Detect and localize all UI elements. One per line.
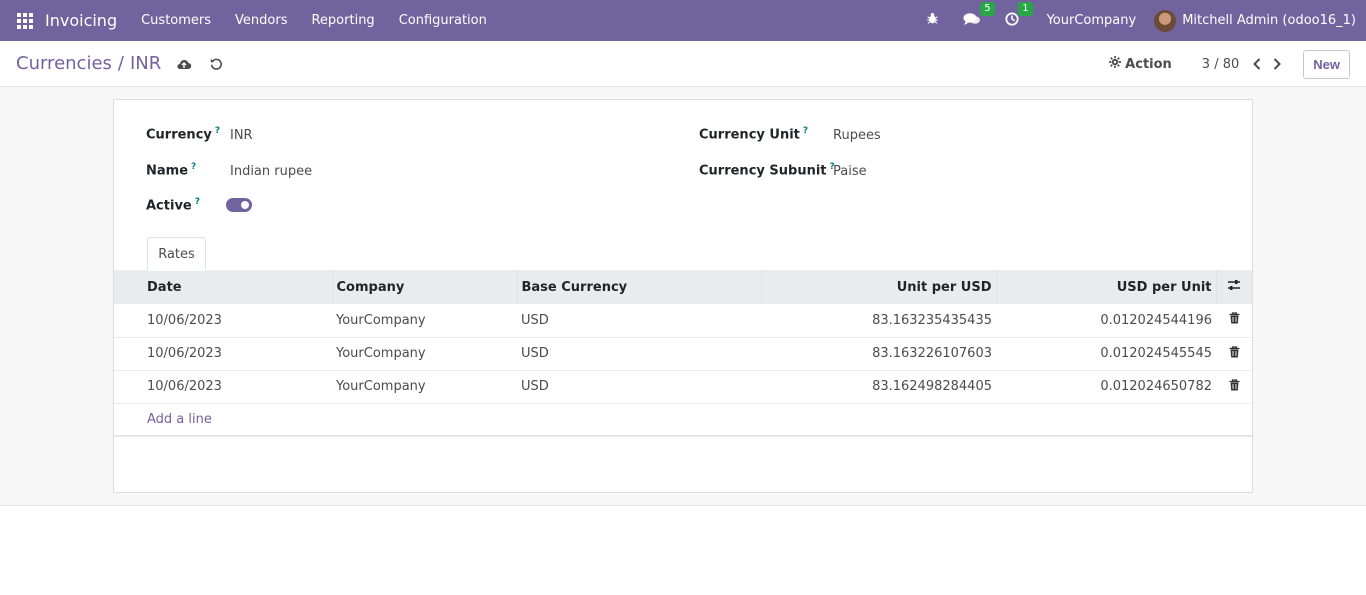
add-line-cell: Add a line [114,403,1252,437]
sliders-icon [1227,280,1241,295]
menu-customers[interactable]: Customers [129,13,223,28]
row-delete [1216,337,1252,371]
systray: 5 1 YourCompany Mitchell Admin (odoo16_1… [914,0,1356,41]
messages-badge: 5 [980,1,995,16]
active-toggle-wrap [226,198,252,212]
currency-unit-field: Currency Unit? [699,126,808,142]
menu-vendors[interactable]: Vendors [223,13,299,28]
main-menu: Customers Vendors Reporting Configuratio… [129,13,499,28]
form-content-area: Currency? INR Name? Indian rupee Active?… [0,87,1366,506]
cell-company: YourCompany [332,370,517,404]
name-value[interactable]: Indian rupee [230,164,312,179]
currency-field: Currency? [146,126,220,142]
optional-columns-toggle[interactable] [1216,270,1252,304]
currency-subunit-label: Currency Subunit? [699,162,835,179]
column-header-base-currency[interactable]: Base Currency [517,270,762,304]
name-value-wrap: Indian rupee [230,164,312,179]
tab-rates[interactable]: Rates [147,237,206,271]
name-label: Name? [146,162,197,179]
messages-chat-icon[interactable]: 5 [963,1,995,30]
column-header-unit-per-usd[interactable]: Unit per USD [761,270,997,304]
app-name[interactable]: Invoicing [45,11,117,30]
cell-usd-per-unit: 0.012024650782 [996,370,1216,404]
control-panel: Currencies / INR Action 3 / 80 New [0,41,1366,87]
activities-badge: 1 [1018,1,1033,16]
table-row[interactable]: 10/06/2023 YourCompany USD 83.1632354354… [114,304,1252,338]
row-delete [1216,304,1252,338]
currency-subunit-value-wrap: Paise [833,164,867,179]
cell-base-currency: USD [517,304,761,338]
breadcrumb-currencies[interactable]: Currencies [16,53,112,74]
active-toggle[interactable] [226,198,252,212]
menu-configuration[interactable]: Configuration [387,13,499,28]
cell-company: YourCompany [332,304,517,338]
trash-icon[interactable] [1229,345,1240,362]
company-switcher[interactable]: YourCompany [1047,13,1137,28]
table-row[interactable]: 10/06/2023 YourCompany USD 83.1632261076… [114,337,1252,371]
cell-base-currency: USD [517,337,761,371]
control-panel-right: Action 3 / 80 New [1109,41,1350,87]
name-help-icon[interactable]: ? [191,162,196,172]
column-header-date[interactable]: Date [114,270,333,304]
currency-value-wrap: INR [230,128,253,143]
breadcrumb: Currencies / INR [16,53,161,74]
currency-unit-help-icon[interactable]: ? [803,126,808,136]
currency-unit-label: Currency Unit? [699,126,809,143]
pager-next-icon[interactable] [1267,54,1287,74]
breadcrumb-current: INR [129,53,162,74]
active-field: Active? [146,197,200,213]
currency-subunit-field: Currency Subunit? [699,162,835,178]
activities-clock-icon[interactable]: 1 [1005,1,1033,30]
trash-icon[interactable] [1229,378,1240,395]
cell-date: 10/06/2023 [114,370,332,404]
pager-value[interactable]: 3 / 80 [1202,57,1239,72]
active-help-icon[interactable]: ? [195,197,200,207]
breadcrumb-separator: / [117,53,124,74]
cell-usd-per-unit: 0.012024545545 [996,337,1216,371]
user-menu[interactable]: Mitchell Admin (odoo16_1) [1182,13,1356,28]
cell-date: 10/06/2023 [114,304,332,338]
table-bottom-divider [114,435,1252,436]
top-navbar: Invoicing Customers Vendors Reporting Co… [0,0,1366,41]
cell-unit-per-usd: 83.163226107603 [761,337,996,371]
cell-date: 10/06/2023 [114,337,332,371]
currency-help-icon[interactable]: ? [215,126,220,136]
action-button[interactable]: Action [1109,56,1172,72]
add-a-line-link[interactable]: Add a line [147,412,212,427]
form-sheet: Currency? INR Name? Indian rupee Active?… [113,99,1253,493]
column-header-usd-per-unit[interactable]: USD per Unit [996,270,1217,304]
discard-undo-icon[interactable] [207,55,225,73]
user-avatar[interactable] [1154,9,1177,32]
currency-unit-value[interactable]: Rupees [833,128,881,143]
cell-unit-per-usd: 83.163235435435 [761,304,996,338]
currency-unit-value-wrap: Rupees [833,128,881,143]
new-button[interactable]: New [1303,49,1350,79]
debug-bug-icon[interactable] [926,12,939,29]
pager-previous-icon[interactable] [1247,54,1267,74]
cell-base-currency: USD [517,370,761,404]
add-line-row: Add a line [114,403,1252,437]
cell-company: YourCompany [332,337,517,371]
cell-unit-per-usd: 83.162498284405 [761,370,996,404]
table-row[interactable]: 10/06/2023 YourCompany USD 83.1624982844… [114,370,1252,404]
row-delete [1216,370,1252,404]
trash-icon[interactable] [1229,312,1240,328]
rates-table: Date Company Base Currency Unit per USD … [114,270,1252,437]
currency-subunit-value[interactable]: Paise [833,164,867,179]
table-header-row: Date Company Base Currency Unit per USD … [114,270,1252,304]
currency-value[interactable]: INR [230,128,253,143]
active-label: Active? [146,197,200,214]
name-field: Name? [146,162,196,178]
action-label: Action [1125,56,1172,72]
cell-usd-per-unit: 0.012024544196 [996,304,1216,338]
column-header-company[interactable]: Company [332,270,518,304]
currency-label: Currency? [146,126,221,143]
menu-reporting[interactable]: Reporting [299,13,386,28]
save-cloud-icon[interactable] [175,55,193,73]
apps-menu-icon[interactable] [17,12,33,29]
gear-icon [1109,56,1122,72]
